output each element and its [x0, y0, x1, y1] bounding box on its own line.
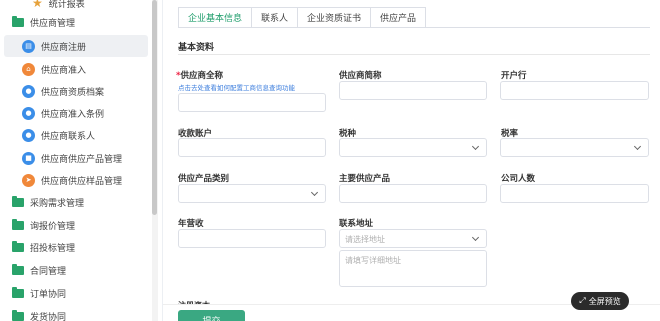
tab-basic-info[interactable]: 企业基本信息	[178, 7, 253, 28]
tab-products[interactable]: 供应产品	[371, 7, 427, 28]
sidebar-item-5[interactable]: ● 供应商联系人	[0, 124, 150, 146]
supplier-short-name-label: 供应商简称	[339, 71, 382, 81]
address-label: 联系地址	[339, 219, 374, 229]
sidebar-item-label: 供应商资质档案	[41, 87, 105, 98]
sidebar-item-label: 供应商联系人	[41, 131, 96, 142]
sidebar-item-label: 供应商准入	[41, 65, 87, 76]
address-select-placeholder: 请选择地址	[345, 235, 385, 244]
account-input[interactable]	[178, 138, 326, 157]
sidebar-item-13[interactable]: 发货协同	[0, 305, 150, 321]
sidebar-item-0[interactable]: 供应商管理	[0, 11, 150, 33]
sidebar-item-label: 询报价管理	[30, 221, 76, 232]
submit-button[interactable]: 提交	[178, 310, 245, 321]
folder-icon	[12, 309, 24, 321]
sidebar-item-label: 供应商供应产品管理	[41, 154, 123, 165]
user-icon: ●	[22, 128, 35, 142]
headcount-label: 公司人数	[501, 174, 536, 184]
folder-icon	[12, 240, 24, 252]
sidebar-scrollbar[interactable]	[152, 0, 157, 215]
sidebar-item-label: 供应商管理	[30, 18, 76, 29]
sidebar-item-3[interactable]: ● 供应商资质档案	[0, 80, 150, 102]
bank-label: 开户行	[501, 71, 527, 81]
sidebar-item-1[interactable]: ▤ 供应商注册	[4, 35, 148, 57]
expand-icon: ⤢	[579, 296, 586, 305]
tab-contacts[interactable]: 联系人	[252, 7, 299, 28]
sidebar-item-6[interactable]: ■ 供应商供应产品管理	[0, 147, 150, 169]
main-product-input[interactable]	[339, 184, 487, 203]
tab-underline	[178, 27, 650, 28]
home-icon: ⌂	[22, 62, 35, 76]
tax-type-select[interactable]	[339, 138, 487, 157]
sidebar-item-label: 采购需求管理	[30, 198, 85, 209]
tab-certificates[interactable]: 企业资质证书	[298, 7, 372, 28]
sidebar-item-label: 合同管理	[30, 266, 67, 277]
sidebar-item-2[interactable]: ⌂ 供应商准入	[0, 58, 150, 80]
gift-icon: ■	[22, 151, 35, 165]
bank-input[interactable]	[500, 81, 649, 100]
business-lookup-hint-link[interactable]: 点击去处查看如何配置工商信息查询功能	[178, 82, 295, 92]
star-icon: ★	[32, 0, 43, 10]
sidebar-item-4[interactable]: ● 供应商准入条例	[0, 102, 150, 124]
folder-icon	[12, 15, 24, 27]
product-category-label: 供应产品类别	[178, 174, 230, 184]
sidebar-item-label: 供应商注册	[41, 42, 87, 53]
sidebar-item-label: 发货协同	[30, 312, 67, 321]
main-product-label: 主要供应产品	[339, 174, 391, 184]
folder-icon	[12, 218, 24, 230]
sidebar-item-8[interactable]: 采购需求管理	[0, 191, 150, 213]
user-icon: ●	[22, 84, 35, 98]
product-category-select[interactable]	[178, 184, 326, 203]
section-divider	[178, 54, 650, 55]
folder-icon	[12, 286, 24, 298]
sidebar-item-10[interactable]: 招投标管理	[0, 236, 150, 258]
sidebar: ★ 统计报表 供应商管理 ▤ 供应商注册 ⌂ 供应商准入 ● 供应商资质档案 ● 供应商准入条例…	[0, 0, 152, 321]
headcount-input[interactable]	[500, 184, 649, 203]
address-select[interactable]: 请选择地址	[339, 229, 487, 248]
send-icon: ➤	[22, 173, 35, 187]
annual-revenue-input[interactable]	[178, 229, 326, 248]
folder-icon	[12, 195, 24, 207]
sidebar-item-label: 招投标管理	[30, 243, 76, 254]
annual-revenue-label: 年营收	[178, 219, 204, 229]
supplier-full-name-label: *供应商全称	[176, 71, 223, 81]
document-icon: ▤	[22, 39, 35, 53]
address-detail-textarea[interactable]: 请填写详细地址	[339, 250, 487, 287]
sidebar-item-9[interactable]: 询报价管理	[0, 214, 150, 236]
supplier-short-name-input[interactable]	[339, 81, 487, 100]
sidebar-item-label: 订单协同	[30, 289, 67, 300]
fullscreen-preview-label: 全屏预览	[588, 296, 621, 306]
fullscreen-preview-button[interactable]: ⤢ 全屏预览	[571, 292, 629, 310]
address-detail-placeholder: 请填写详细地址	[345, 256, 401, 265]
sidebar-item-7[interactable]: ➤ 供应商供应样品管理	[0, 169, 150, 191]
sidebar-item-11[interactable]: 合同管理	[0, 259, 150, 281]
user-icon: ●	[22, 106, 35, 120]
form-tabs: 企业基本信息 联系人 企业资质证书 供应产品	[178, 7, 427, 28]
tax-rate-select[interactable]	[500, 138, 649, 157]
sidebar-item-12[interactable]: 订单协同	[0, 282, 150, 304]
sidebar-item-label: 供应商准入条例	[41, 109, 105, 120]
sidebar-item-label: 供应商供应样品管理	[41, 176, 123, 187]
section-title: 基本资料	[178, 43, 215, 53]
supplier-full-name-input[interactable]	[178, 93, 326, 112]
sidebar-divider	[162, 0, 163, 321]
folder-icon	[12, 263, 24, 275]
